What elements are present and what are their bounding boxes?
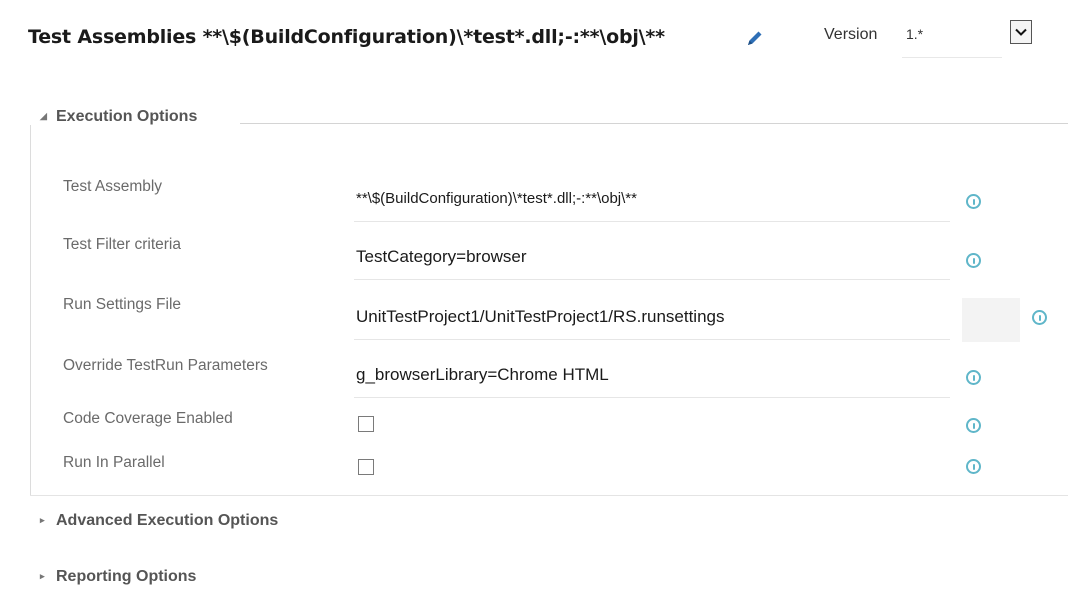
run-in-parallel-checkbox[interactable] [358, 459, 374, 475]
section-reporting-options[interactable]: ▸ Reporting Options [40, 568, 196, 586]
expand-triangle-icon: ▸ [40, 515, 45, 526]
task-editor-panel: Test Assemblies **\$(BuildConfiguration)… [0, 0, 1068, 592]
section-label: Advanced Execution Options [56, 512, 279, 529]
section-divider [240, 123, 1068, 124]
info-icon[interactable] [966, 253, 981, 268]
browse-button[interactable] [962, 298, 1020, 342]
field-label-run-settings: Run Settings File [63, 296, 182, 313]
run-settings-input[interactable]: UnitTestProject1/UnitTestProject1/RS.run… [354, 294, 950, 340]
task-title: Test Assemblies **\$(BuildConfiguration)… [28, 26, 665, 48]
info-icon[interactable] [966, 459, 981, 474]
section-execution-options[interactable]: ◢ Execution Options [40, 108, 197, 126]
test-assembly-input[interactable]: **\$(BuildConfiguration)\*test*.dll;-:**… [354, 176, 950, 222]
code-coverage-checkbox[interactable] [358, 416, 374, 432]
pencil-icon[interactable] [745, 28, 765, 48]
section-left-border [30, 125, 31, 495]
version-label: Version [824, 26, 878, 43]
info-icon[interactable] [966, 418, 981, 433]
section-label: Execution Options [56, 108, 198, 125]
version-dropdown-button[interactable] [1010, 20, 1032, 44]
info-icon[interactable] [1032, 310, 1047, 325]
field-label-test-filter: Test Filter criteria [63, 236, 181, 253]
field-label-test-assembly: Test Assembly [63, 178, 163, 195]
field-label-code-coverage: Code Coverage Enabled [63, 410, 233, 427]
info-icon[interactable] [966, 370, 981, 385]
chevron-down-icon [1015, 28, 1027, 36]
test-filter-input[interactable]: TestCategory=browser [354, 234, 950, 280]
field-label-override-params: Override TestRun Parameters [63, 357, 268, 374]
section-label: Reporting Options [56, 568, 197, 585]
section-advanced-execution-options[interactable]: ▸ Advanced Execution Options [40, 512, 278, 530]
collapse-triangle-icon: ◢ [40, 111, 47, 122]
override-params-input[interactable]: g_browserLibrary=Chrome HTML [354, 352, 950, 398]
info-icon[interactable] [966, 194, 981, 209]
version-select[interactable]: 1.* [902, 10, 1002, 58]
expand-triangle-icon: ▸ [40, 571, 45, 582]
section-bottom-border [30, 495, 1068, 496]
field-label-run-in-parallel: Run In Parallel [63, 454, 165, 471]
